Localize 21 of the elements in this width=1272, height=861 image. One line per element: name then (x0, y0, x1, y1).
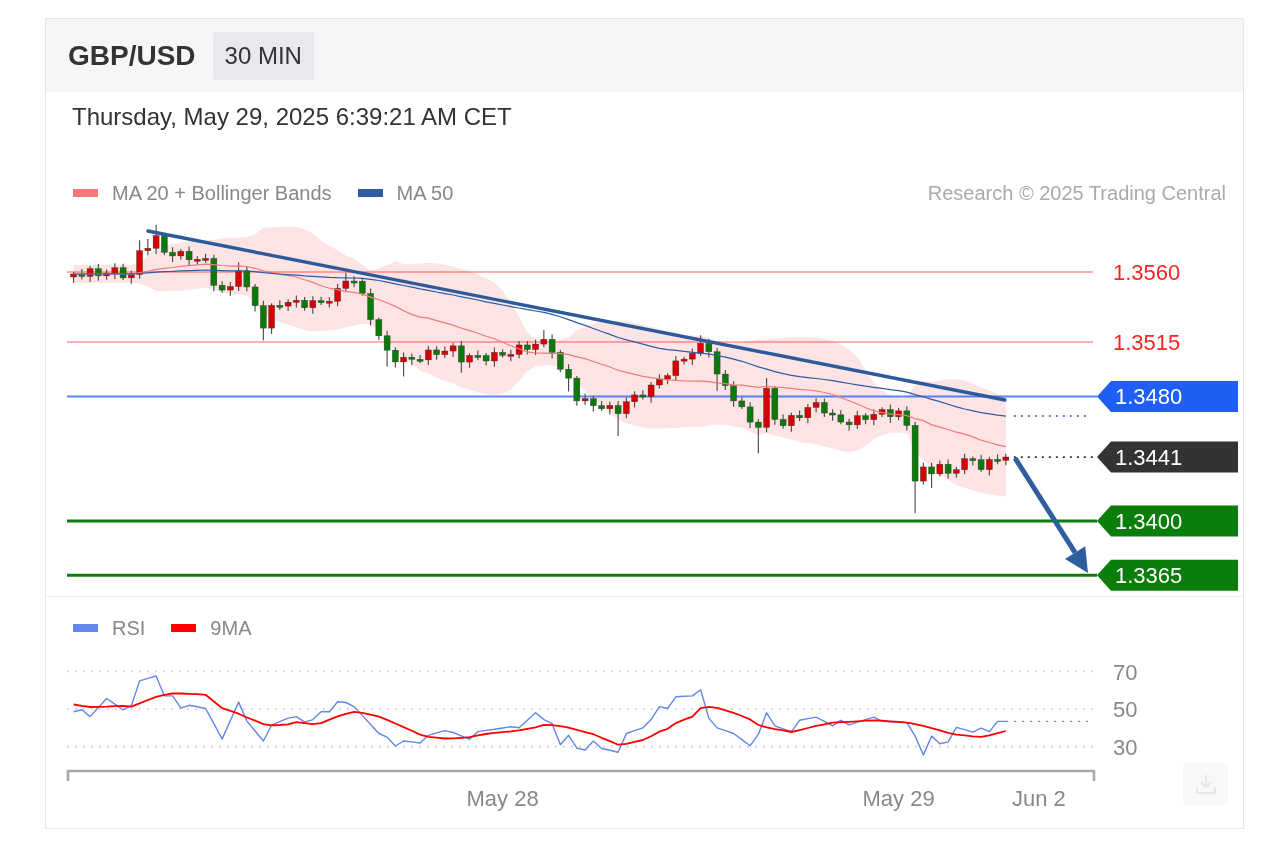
price-tag: 1.3400 (1097, 505, 1238, 537)
price-tag: 1.3441 (1097, 441, 1238, 473)
price-level-label: 1.3515 (1113, 330, 1181, 355)
axis-label: Jun 2 (1012, 786, 1066, 811)
legend-label: RSI (112, 616, 146, 640)
axis-label: May 28 (466, 786, 539, 811)
axis-label: 50 (1113, 697, 1138, 723)
credit-text: Research © 2025 Trading Central (927, 181, 1226, 205)
axis-label: May 29 (862, 786, 935, 811)
legend-label: MA 20 + Bollinger Bands (112, 181, 332, 205)
download-button[interactable] (1183, 762, 1228, 806)
symbol-title: GBP/USD (68, 38, 196, 73)
axis-label: 30 (1113, 734, 1138, 760)
price-level-label: 1.3560 (1113, 260, 1181, 285)
price-tag: 1.3480 (1097, 380, 1238, 412)
legend-label: 9MA (210, 616, 252, 640)
timestamp-text: Thursday, May 29, 2025 6:39:21 AM CET (72, 104, 512, 130)
price-tag: 1.3365 (1097, 559, 1238, 591)
legend-label: MA 50 (396, 181, 454, 205)
timeframe-badge: 30 MIN (212, 31, 314, 80)
axis-label: 70 (1113, 659, 1138, 685)
